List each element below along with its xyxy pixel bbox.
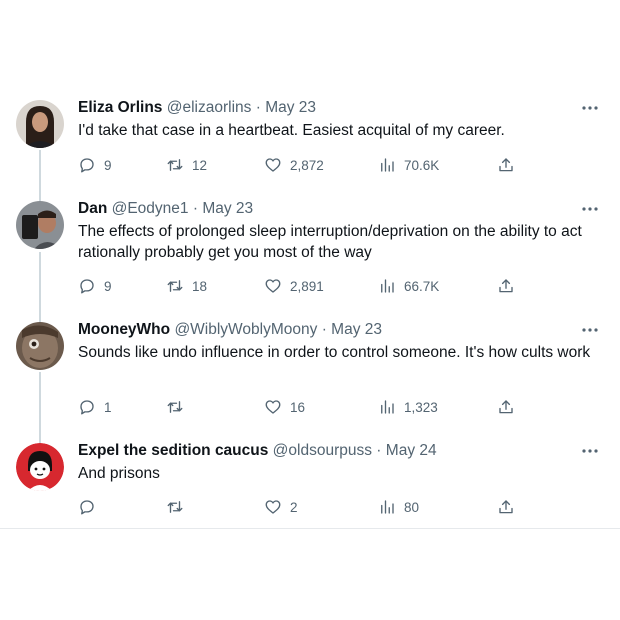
user-handle[interactable]: @Eodyne1: [112, 200, 189, 217]
reply-button[interactable]: [78, 497, 96, 517]
tweet-header: Eliza Orlins @elizaorlins · May 23: [78, 98, 316, 118]
tweet-header: MooneyWho @WiblyWoblyMoony · May 23: [78, 320, 382, 340]
tweet-date[interactable]: May 23: [265, 99, 316, 116]
share-icon: [497, 156, 515, 174]
retweet-button[interactable]: 18: [166, 276, 207, 296]
retweet-icon: [166, 398, 184, 416]
share-icon: [497, 277, 515, 295]
like-count: 2: [290, 499, 298, 515]
retweet-count: 12: [192, 157, 208, 173]
tweet-text: Sounds like undo influence in order to c…: [78, 344, 591, 361]
tweet-header: Expel the sedition caucus @oldsourpuss ·…: [78, 441, 437, 461]
view-count: 1,323: [404, 399, 438, 415]
share-button[interactable]: [497, 497, 515, 517]
tweet-text: I'd take that case in a heartbeat. Easie…: [78, 122, 505, 139]
reply-button[interactable]: 9: [78, 155, 112, 175]
avatar[interactable]: [16, 201, 64, 249]
reply-count: 9: [104, 157, 112, 173]
user-handle[interactable]: @oldsourpuss: [273, 442, 372, 459]
tweet-date[interactable]: May 23: [202, 200, 253, 217]
tweet-header: Dan @Eodyne1 · May 23: [78, 199, 253, 219]
share-button[interactable]: [497, 155, 515, 175]
views-button[interactable]: 70.6K: [378, 155, 439, 175]
heart-icon: [264, 498, 282, 516]
views-bar-chart-icon: [378, 398, 396, 416]
share-icon: [497, 398, 515, 416]
view-count: 70.6K: [404, 157, 440, 173]
view-count: 66.7K: [404, 278, 440, 294]
bottom-divider: [0, 528, 620, 529]
retweet-button[interactable]: 12: [166, 155, 207, 175]
views-bar-chart-icon: [378, 498, 396, 516]
reply-bubble-icon: [78, 498, 96, 516]
display-name[interactable]: MooneyWho: [78, 321, 170, 338]
retweet-count: 18: [192, 278, 208, 294]
retweet-button[interactable]: [166, 397, 184, 417]
display-name[interactable]: Expel the sedition caucus: [78, 442, 268, 459]
reply-bubble-icon: [78, 277, 96, 295]
heart-icon: [264, 156, 282, 174]
share-icon: [497, 498, 515, 516]
views-button[interactable]: 1,323: [378, 397, 438, 417]
reply-bubble-icon: [78, 156, 96, 174]
avatar[interactable]: [16, 443, 64, 491]
tweet-text: And prisons: [78, 465, 160, 482]
user-handle[interactable]: @elizaorlins: [167, 99, 252, 116]
share-button[interactable]: [497, 397, 515, 417]
like-button[interactable]: 2: [264, 497, 298, 517]
reply-bubble-icon: [78, 398, 96, 416]
more-horizontal-icon[interactable]: [580, 199, 600, 219]
views-bar-chart-icon: [378, 277, 396, 295]
like-button[interactable]: 16: [264, 397, 305, 417]
avatar[interactable]: [16, 322, 64, 370]
thread-connector: [39, 150, 41, 206]
thread-connector: [39, 372, 41, 446]
share-button[interactable]: [497, 276, 515, 296]
views-button[interactable]: 80: [378, 497, 419, 517]
action-bar: 9 18 2,891 66.7K: [78, 276, 518, 296]
avatar[interactable]: [16, 100, 64, 148]
display-name[interactable]: Eliza Orlins: [78, 99, 162, 116]
reply-button[interactable]: 9: [78, 276, 112, 296]
retweet-icon: [166, 156, 184, 174]
action-bar: 9 12 2,872 70.6K: [78, 155, 518, 175]
tweet-text: The effects of prolonged sleep interrupt…: [78, 223, 582, 261]
like-button[interactable]: 2,872: [264, 155, 324, 175]
display-name[interactable]: Dan: [78, 200, 107, 217]
reply-thread: Eliza Orlins @elizaorlins · May 23 I'd t…: [0, 88, 620, 530]
action-bar: 2 80: [78, 497, 518, 517]
tweet-date[interactable]: May 23: [331, 321, 382, 338]
thread-connector: [39, 252, 41, 326]
action-bar: 1 16 1,323: [78, 397, 518, 417]
like-count: 16: [290, 399, 306, 415]
like-count: 2,872: [290, 157, 324, 173]
retweet-icon: [166, 498, 184, 516]
separator-dot: ·: [376, 442, 382, 459]
more-horizontal-icon[interactable]: [580, 98, 600, 118]
separator-dot: ·: [192, 200, 199, 217]
like-button[interactable]: 2,891: [264, 276, 324, 296]
retweet-icon: [166, 277, 184, 295]
user-handle[interactable]: @WiblyWoblyMoony: [174, 321, 317, 338]
reply-button[interactable]: 1: [78, 397, 112, 417]
retweet-button[interactable]: [166, 497, 184, 517]
reply-count: 1: [104, 399, 112, 415]
separator-dot: ·: [321, 321, 327, 338]
separator-dot: ·: [255, 99, 261, 116]
more-horizontal-icon[interactable]: [580, 441, 600, 461]
like-count: 2,891: [290, 278, 324, 294]
views-bar-chart-icon: [378, 156, 396, 174]
tweet-date[interactable]: May 24: [386, 442, 437, 459]
more-horizontal-icon[interactable]: [580, 320, 600, 340]
heart-icon: [264, 277, 282, 295]
reply-count: 9: [104, 278, 112, 294]
view-count: 80: [404, 499, 420, 515]
heart-icon: [264, 398, 282, 416]
views-button[interactable]: 66.7K: [378, 276, 439, 296]
